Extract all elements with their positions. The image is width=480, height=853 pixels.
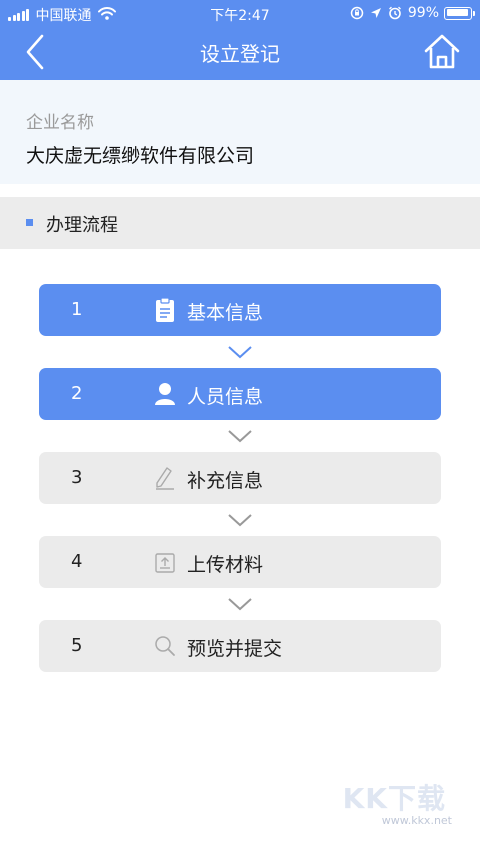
app-header: 中国联通 下午2:47 99% 设立登记 [0,0,480,80]
process-section-header: 办理流程 [0,197,480,249]
status-bar: 中国联通 下午2:47 99% [0,0,480,26]
home-button[interactable] [422,32,462,72]
step-basic-info[interactable]: 1 基本信息 [39,284,441,336]
step-arrow [39,336,441,368]
step-label: 补充信息 [187,470,264,492]
location-icon [370,7,382,19]
step-label: 上传材料 [187,554,264,576]
upload-icon [153,549,177,575]
watermark-logo: KK下载 [342,782,446,815]
step-number: 3 [71,467,83,488]
nav-bar: 设立登记 [0,26,480,80]
chevron-down-icon [228,346,252,359]
section-title: 办理流程 [46,215,118,236]
company-info: 企业名称 大庆虚无缥缈软件有限公司 [0,80,480,184]
step-label: 人员信息 [187,386,264,408]
step-number: 1 [71,299,83,320]
alarm-icon [388,6,402,20]
step-number: 5 [71,635,83,656]
chevron-down-icon [228,598,252,611]
rotation-lock-icon [350,6,364,20]
step-arrow [39,588,441,620]
clipboard-icon [153,297,177,323]
step-number: 2 [71,383,83,404]
step-arrow [39,504,441,536]
chevron-down-icon [228,430,252,443]
battery-icon [444,6,475,20]
step-label: 基本信息 [187,302,264,324]
step-preview-submit[interactable]: 5 预览并提交 [39,620,441,672]
watermark-url: www.kkx.net [381,814,452,827]
home-icon [424,34,460,69]
search-icon [153,633,177,659]
step-supplementary-info[interactable]: 3 补充信息 [39,452,441,504]
pen-icon [153,465,177,491]
page-title: 设立登记 [200,42,280,66]
step-label: 预览并提交 [187,638,283,660]
step-upload-materials[interactable]: 4 上传材料 [39,536,441,588]
watermark: KK下载 www.kkx.net [332,777,452,827]
process-steps: 1 基本信息 2 人员信息 3 补充信息 4 上传材料 5 预览并提交 [39,284,441,672]
step-number: 4 [71,551,83,572]
section-marker [26,219,33,226]
company-name-label: 企业名称 [26,113,94,133]
battery-percent: 99% [407,5,439,21]
chevron-down-icon [228,514,252,527]
company-name-value: 大庆虚无缥缈软件有限公司 [26,145,255,167]
person-icon [153,381,177,407]
status-right: 99% [344,5,475,21]
step-personnel-info[interactable]: 2 人员信息 [39,368,441,420]
step-arrow [39,420,441,452]
